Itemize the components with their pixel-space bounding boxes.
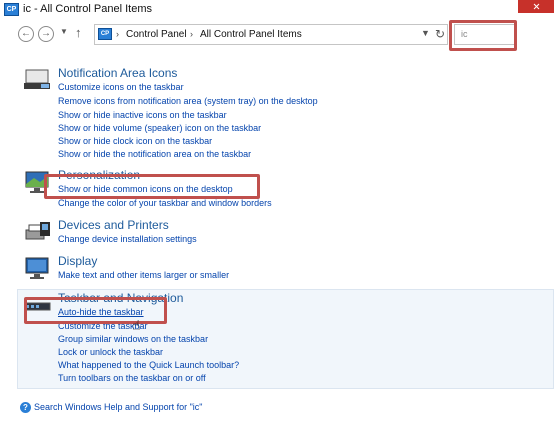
notification-area-icon[interactable] <box>24 68 52 92</box>
breadcrumb-separator[interactable]: › <box>116 29 119 39</box>
help-search-link[interactable]: Search Windows Help and Support for "ic" <box>34 402 202 412</box>
results-list: Notification Area Icons Customize icons … <box>0 50 554 400</box>
category-title-display[interactable]: Display <box>58 254 97 268</box>
task-link[interactable]: Show or hide the notification area on th… <box>58 149 251 159</box>
devices-printers-icon[interactable] <box>24 220 52 244</box>
category-title-devices-printers[interactable]: Devices and Printers <box>58 218 169 232</box>
task-link[interactable]: Show or hide common icons on the desktop <box>58 184 233 194</box>
address-field[interactable]: CP › Control Panel › All Control Panel I… <box>94 24 448 45</box>
control-panel-icon: CP <box>98 28 112 40</box>
title-bar: CP ic - All Control Panel Items <box>0 0 554 20</box>
forward-button[interactable]: → <box>38 26 54 42</box>
control-panel-icon: CP <box>4 3 19 16</box>
task-link-auto-hide[interactable]: Auto-hide the taskbar <box>58 307 144 317</box>
close-button[interactable] <box>518 0 554 13</box>
task-link[interactable]: Change device installation settings <box>58 234 197 244</box>
category-title-personalization[interactable]: Personalization <box>58 168 140 182</box>
up-button[interactable]: ↑ <box>75 25 82 40</box>
recent-locations-dropdown[interactable]: ▼ <box>60 27 68 36</box>
task-link[interactable]: Customize icons on the taskbar <box>58 82 184 92</box>
task-link[interactable]: Change the color of your taskbar and win… <box>58 198 272 208</box>
task-link[interactable]: Turn toolbars on the taskbar on or off <box>58 373 206 383</box>
category-title-taskbar-navigation[interactable]: Taskbar and Navigation <box>58 291 183 305</box>
task-link[interactable]: Lock or unlock the taskbar <box>58 347 163 357</box>
search-input[interactable]: ic <box>454 24 516 45</box>
window-title: ic - All Control Panel Items <box>23 3 152 15</box>
category-title-notification-area[interactable]: Notification Area Icons <box>58 66 177 80</box>
refresh-icon[interactable]: ↻ <box>435 27 445 41</box>
task-link[interactable]: Remove icons from notification area (sys… <box>58 96 318 106</box>
taskbar-icon[interactable] <box>23 294 52 318</box>
chevron-down-icon[interactable]: ▼ <box>421 28 430 38</box>
task-link[interactable]: Show or hide inactive icons on the taskb… <box>58 110 227 120</box>
personalization-icon[interactable] <box>24 170 52 194</box>
task-link[interactable]: Show or hide volume (speaker) icon on th… <box>58 123 261 133</box>
task-link[interactable]: What happened to the Quick Launch toolba… <box>58 360 239 370</box>
back-button[interactable]: ← <box>18 26 34 42</box>
hand-cursor-icon: ☝ <box>132 317 141 333</box>
breadcrumb-all-items[interactable]: All Control Panel Items <box>200 29 302 40</box>
breadcrumb-separator[interactable]: › <box>190 29 193 39</box>
address-bar: ← → ▼ ↑ CP › Control Panel › All Control… <box>0 20 554 50</box>
search-value[interactable]: ic <box>461 29 468 39</box>
breadcrumb-control-panel[interactable]: Control Panel <box>126 29 187 40</box>
task-link[interactable]: Show or hide clock icon on the taskbar <box>58 136 212 146</box>
task-link[interactable]: Group similar windows on the taskbar <box>58 334 208 344</box>
display-icon[interactable] <box>24 256 52 280</box>
help-icon: ? <box>20 402 31 413</box>
task-link[interactable]: Make text and other items larger or smal… <box>58 270 229 280</box>
